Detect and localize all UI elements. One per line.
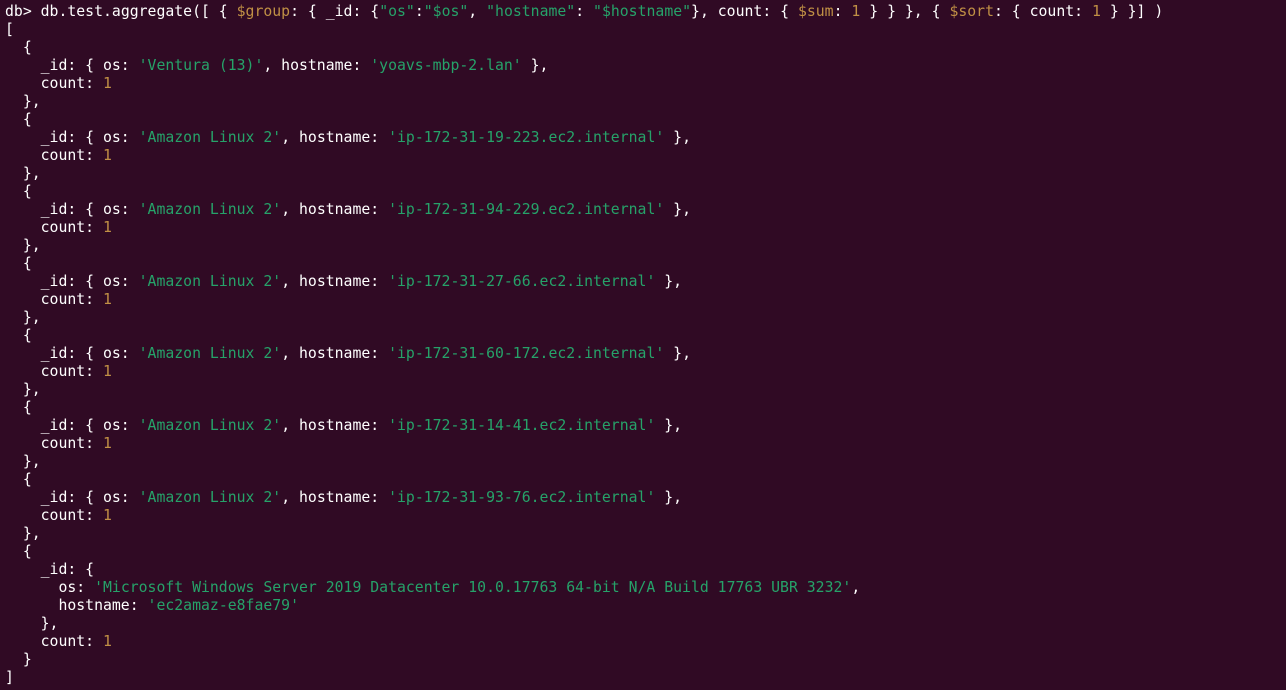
result-id: _id: { os: 'Amazon Linux 2', hostname: '… [5, 489, 683, 506]
result-document: { _id: { os: 'Amazon Linux 2', hostname:… [5, 111, 1286, 183]
result-document: { _id: { os: 'Amazon Linux 2', hostname:… [5, 399, 1286, 471]
array-close-bracket: ] [5, 669, 14, 686]
result-id: _id: { os: 'Amazon Linux 2', hostname: '… [5, 417, 683, 434]
shell-prompt: db> [5, 3, 32, 20]
array-open-bracket: [ [5, 21, 14, 38]
result-id: _id: { os: 'Ventura (13)', hostname: 'yo… [5, 57, 549, 74]
result-id: _id: { os: 'Amazon Linux 2', hostname: '… [5, 201, 691, 218]
result-count: count: 1 [5, 219, 112, 236]
result-document: { _id: { os: 'Ventura (13)', hostname: '… [5, 39, 1286, 111]
results-list: { _id: { os: 'Ventura (13)', hostname: '… [5, 39, 1286, 543]
result-count: count: 1 [5, 363, 112, 380]
result-os: os: 'Microsoft Windows Server 2019 Datac… [5, 579, 861, 596]
result-count: count: 1 [5, 147, 112, 164]
result-count: count: 1 [5, 633, 112, 650]
result-hostname: hostname: 'ec2amaz-e8fae79' [5, 597, 299, 614]
result-document: { _id: { os: 'Amazon Linux 2', hostname:… [5, 471, 1286, 543]
result-count: count: 1 [5, 291, 112, 308]
result-document: { _id: { os: 'Amazon Linux 2', hostname:… [5, 255, 1286, 327]
result-count: count: 1 [5, 435, 112, 452]
result-count: count: 1 [5, 507, 112, 524]
result-document: { _id: { os: 'Amazon Linux 2', hostname:… [5, 183, 1286, 255]
result-count: count: 1 [5, 75, 112, 92]
command-line: db> db.test.aggregate([ { $group: { _id:… [5, 3, 1164, 20]
result-document: { _id: { os: 'Microsoft Windows Server 2… [5, 543, 1286, 669]
terminal-window[interactable]: db> db.test.aggregate([ { $group: { _id:… [0, 0, 1286, 690]
result-document: { _id: { os: 'Amazon Linux 2', hostname:… [5, 327, 1286, 399]
result-id: _id: { os: 'Amazon Linux 2', hostname: '… [5, 273, 683, 290]
result-id: _id: { os: 'Amazon Linux 2', hostname: '… [5, 129, 691, 146]
result-id: _id: { os: 'Amazon Linux 2', hostname: '… [5, 345, 691, 362]
